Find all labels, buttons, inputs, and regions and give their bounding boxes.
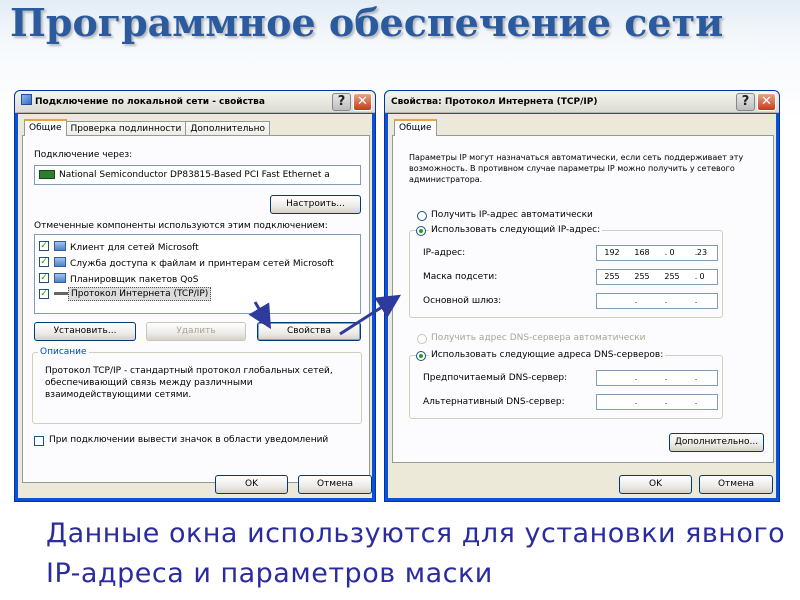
arrow-to-tcpip-window bbox=[339, 294, 402, 336]
arrows-overlay bbox=[248, 294, 402, 336]
tcpip-tabs: Общие bbox=[394, 119, 437, 136]
tab-general[interactable]: Общие bbox=[394, 119, 437, 136]
arrow-to-properties bbox=[248, 301, 272, 330]
slide-caption: Данные окна используются для установки я… bbox=[46, 518, 786, 589]
tab-general[interactable]: Общие bbox=[24, 119, 67, 136]
